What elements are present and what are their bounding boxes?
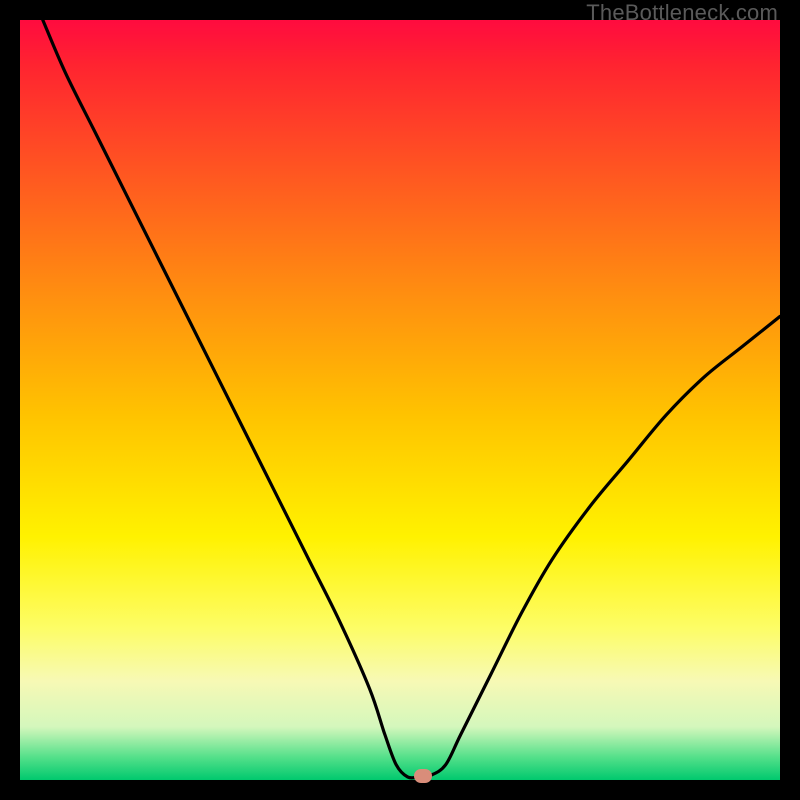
optimum-marker (414, 769, 432, 783)
curve-svg (20, 20, 780, 780)
plot-area (20, 20, 780, 780)
bottleneck-curve-path (43, 20, 780, 778)
chart-frame: TheBottleneck.com (0, 0, 800, 800)
